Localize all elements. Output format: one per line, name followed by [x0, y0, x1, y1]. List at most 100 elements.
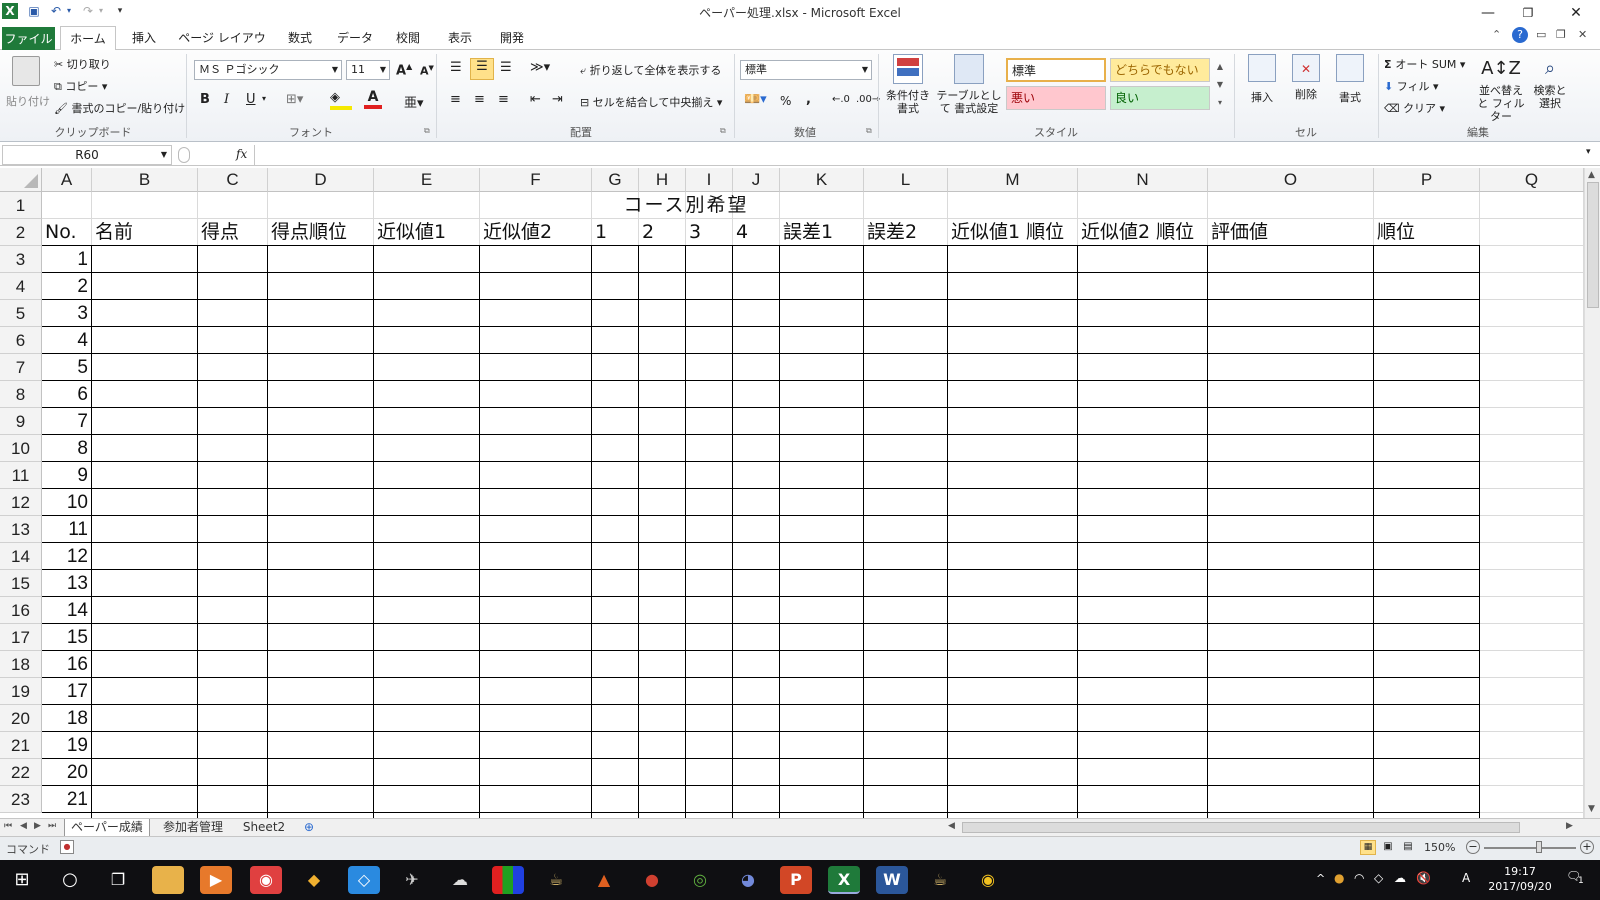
dropbox-tray-icon[interactable]: ◇: [1374, 871, 1383, 885]
cell-number[interactable]: 12: [42, 543, 88, 570]
header-cell-p[interactable]: 順位: [1377, 219, 1415, 246]
sheet-tab[interactable]: 参加者管理: [152, 819, 234, 837]
cell-number[interactable]: 11: [42, 516, 88, 543]
close-workbook-icon[interactable]: ✕: [1578, 28, 1587, 41]
header-cell-o[interactable]: 評価値: [1211, 219, 1268, 246]
app-icon[interactable]: ◉: [250, 866, 282, 894]
column-header-q[interactable]: Q: [1480, 168, 1584, 192]
align-center-icon[interactable]: ≡: [474, 92, 485, 107]
cell-number[interactable]: 19: [42, 732, 88, 759]
comma-button[interactable]: ,: [806, 92, 811, 107]
fill-color-button[interactable]: ◈: [330, 90, 352, 110]
tray-overflow-icon[interactable]: ^: [1316, 872, 1325, 885]
column-header-b[interactable]: B: [92, 168, 198, 192]
row-header[interactable]: 14: [0, 543, 42, 570]
minimize-icon[interactable]: —: [1468, 2, 1508, 24]
align-middle-icon[interactable]: ☰: [470, 58, 494, 80]
row-header[interactable]: 8: [0, 381, 42, 408]
media-player-icon[interactable]: ▶: [200, 866, 232, 894]
powerpoint-icon[interactable]: P: [780, 866, 812, 894]
decrease-indent-icon[interactable]: ⇤: [530, 92, 541, 107]
normal-view-icon[interactable]: ▦: [1360, 840, 1376, 855]
scroll-right-icon[interactable]: ▶: [1566, 821, 1573, 831]
onedrive-icon[interactable]: ☁: [1394, 871, 1406, 885]
row-header[interactable]: 18: [0, 651, 42, 678]
header-cell-a[interactable]: No.: [45, 219, 77, 246]
copy-button[interactable]: ⧉ コピー ▾: [54, 78, 107, 94]
column-header-g[interactable]: G: [592, 168, 639, 192]
dialog-launcher-icon[interactable]: ⧉: [424, 126, 430, 136]
header-cell-b[interactable]: 名前: [95, 219, 133, 246]
cell-number[interactable]: 6: [42, 381, 88, 408]
volume-muted-icon[interactable]: 🔇: [1416, 871, 1431, 885]
align-right-icon[interactable]: ≡: [498, 92, 509, 107]
tab-data[interactable]: データ: [332, 26, 378, 50]
select-all-corner[interactable]: [0, 168, 42, 192]
percent-button[interactable]: %: [780, 94, 791, 108]
vertical-scrollbar[interactable]: ▲ ▼: [1584, 168, 1600, 818]
align-left-icon[interactable]: ≡: [450, 92, 461, 107]
excel-taskbar-icon[interactable]: X: [828, 866, 860, 894]
conditional-format-button[interactable]: 条件付き 書式: [884, 54, 932, 115]
autosum-button[interactable]: Σ オート SUM ▾: [1384, 56, 1465, 72]
page-break-view-icon[interactable]: ▤: [1400, 840, 1416, 855]
style-normal[interactable]: 標準: [1006, 58, 1106, 82]
find-select-button[interactable]: ⌕ 検索と 選択: [1530, 54, 1570, 110]
column-header-i[interactable]: I: [686, 168, 733, 192]
cell-number[interactable]: 16: [42, 651, 88, 678]
column-header-o[interactable]: O: [1208, 168, 1374, 192]
style-neutral[interactable]: どちらでもない: [1110, 58, 1210, 82]
italic-button[interactable]: I: [224, 92, 229, 107]
spreadsheet-grid[interactable]: A B C D E F G H I J K L M N O P Q 1 2 3 4 5 6 7 8 9 10 11 12 13 14 15 16…: [0, 168, 1584, 818]
header-cell-m[interactable]: 近似値1 順位: [951, 219, 1064, 246]
app-icon[interactable]: ●: [636, 866, 668, 894]
format-painter-button[interactable]: 🖌 書式のコピー/貼り付け: [54, 100, 185, 116]
header-cell-j[interactable]: 4: [736, 219, 748, 246]
tab-formulas[interactable]: 数式: [280, 26, 320, 50]
row-header[interactable]: 12: [0, 489, 42, 516]
row-header[interactable]: 16: [0, 597, 42, 624]
align-bottom-icon[interactable]: ☰: [500, 60, 512, 75]
cell-number[interactable]: 15: [42, 624, 88, 651]
column-header-c[interactable]: C: [198, 168, 268, 192]
row-header[interactable]: 19: [0, 678, 42, 705]
macro-record-icon[interactable]: ●: [60, 840, 74, 854]
format-as-table-button[interactable]: テーブルとして 書式設定: [934, 54, 1004, 115]
cell-number[interactable]: 3: [42, 300, 88, 327]
header-cell-h[interactable]: 2: [642, 219, 654, 246]
tab-insert[interactable]: 挿入: [124, 26, 164, 50]
tray-app-icon[interactable]: ●: [1334, 871, 1344, 885]
word-icon[interactable]: W: [876, 866, 908, 894]
tab-view[interactable]: 表示: [440, 26, 480, 50]
currency-icon[interactable]: 💴▾: [744, 92, 767, 107]
row-header[interactable]: 7: [0, 354, 42, 381]
formula-bar-handle-icon[interactable]: [178, 147, 190, 163]
cell-number[interactable]: 9: [42, 462, 88, 489]
row-header[interactable]: 2: [0, 219, 42, 246]
grow-font-icon[interactable]: A▲: [396, 62, 412, 78]
insert-cells-button[interactable]: 挿入: [1242, 54, 1282, 105]
dialog-launcher-icon[interactable]: ⧉: [720, 126, 726, 136]
cell-number[interactable]: 2: [42, 273, 88, 300]
app-icon[interactable]: ◆: [298, 866, 330, 894]
column-header-m[interactable]: M: [948, 168, 1078, 192]
header-cell-l[interactable]: 誤差2: [867, 219, 917, 246]
cell-number[interactable]: 7: [42, 408, 88, 435]
wifi-icon[interactable]: ◠: [1354, 871, 1364, 885]
align-top-icon[interactable]: ☰: [450, 60, 462, 75]
delete-cells-button[interactable]: ✕ 削除: [1286, 54, 1326, 102]
bold-button[interactable]: B: [200, 92, 210, 107]
help-icon[interactable]: ?: [1512, 27, 1528, 43]
app-icon[interactable]: [492, 866, 524, 894]
row-header[interactable]: 21: [0, 732, 42, 759]
java-icon[interactable]: ☕: [924, 866, 956, 894]
last-sheet-icon[interactable]: ⏭: [48, 821, 56, 831]
matlab-icon[interactable]: ▲: [588, 866, 620, 894]
scroll-thumb[interactable]: [1587, 182, 1599, 308]
row-header[interactable]: 5: [0, 300, 42, 327]
zoom-out-icon[interactable]: −: [1466, 840, 1480, 854]
row-header[interactable]: 15: [0, 570, 42, 597]
next-sheet-icon[interactable]: ▶: [34, 821, 41, 831]
column-header-p[interactable]: P: [1374, 168, 1480, 192]
zoom-slider[interactable]: [1484, 847, 1576, 849]
